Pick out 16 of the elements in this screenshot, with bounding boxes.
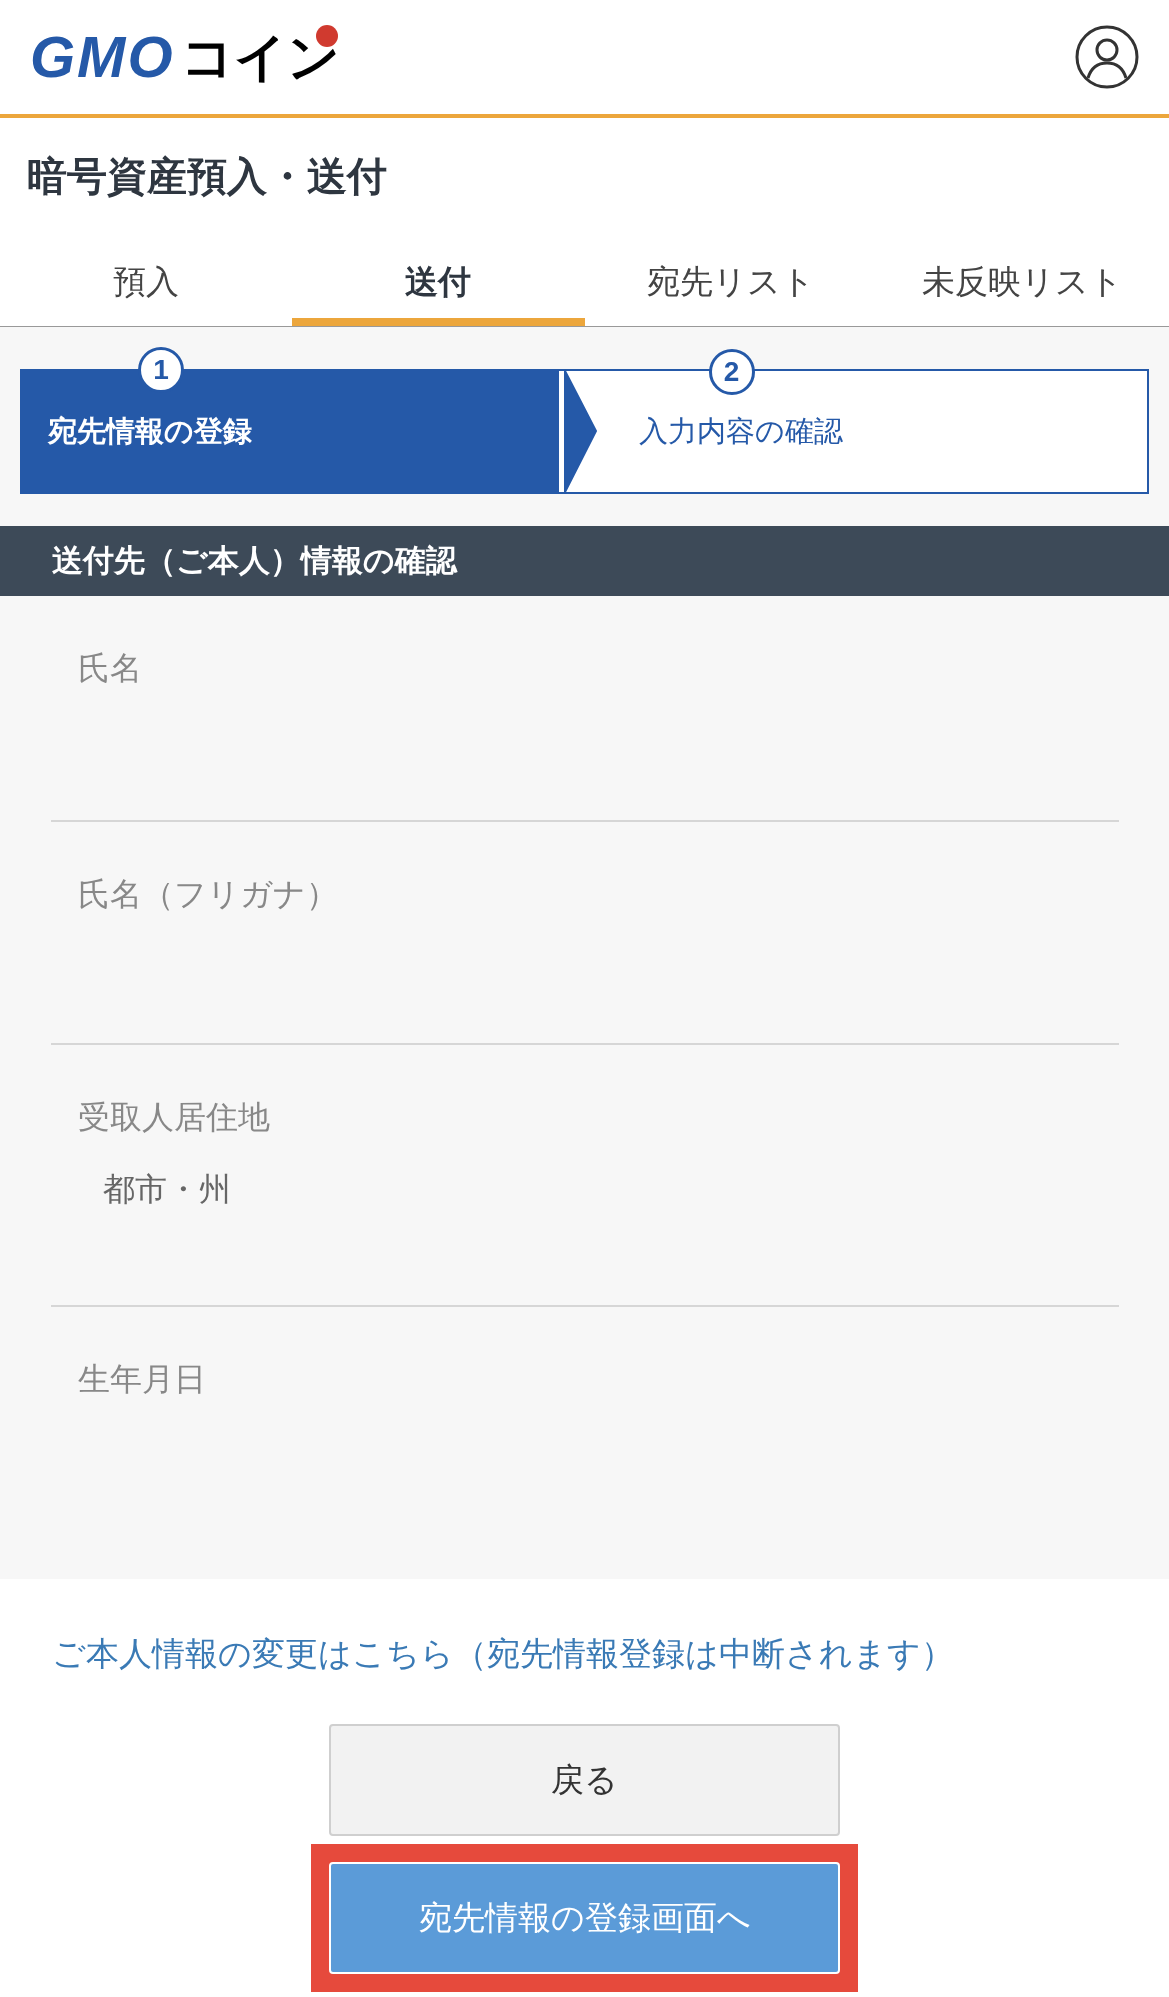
field-label: 氏名（フリガナ） <box>78 875 339 914</box>
tab[interactable]: 宛先リスト <box>584 246 877 326</box>
tab[interactable]: 未反映リスト <box>876 246 1169 326</box>
logo[interactable]: GMO コイン <box>30 28 340 86</box>
back-button[interactable]: 戻る <box>329 1724 840 1836</box>
step-number: 2 <box>708 349 755 395</box>
change-info-link[interactable]: ご本人情報の変更はこちら（宛先情報登録は中断されます） <box>52 1635 954 1672</box>
field-value: 都市・州 <box>103 1170 231 1209</box>
field-label: 受取人居住地 <box>78 1098 271 1137</box>
tab[interactable]: 預入 <box>0 246 293 326</box>
step-number: 1 <box>138 347 184 393</box>
field-label: 氏名 <box>78 649 143 688</box>
user-icon[interactable] <box>1075 25 1139 89</box>
field-label: 生年月日 <box>78 1360 207 1399</box>
page-title: 暗号資産預入・送付 <box>26 153 388 200</box>
section-title: 送付先（ご本人）情報の確認 <box>52 541 457 580</box>
